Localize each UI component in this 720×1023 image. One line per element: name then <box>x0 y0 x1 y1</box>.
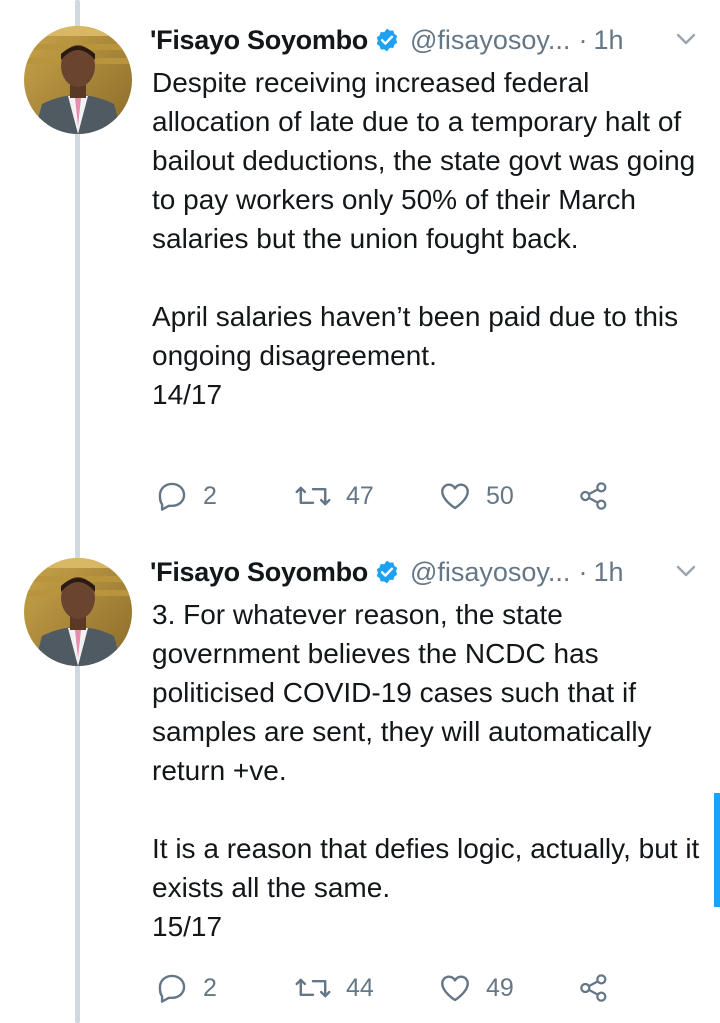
author-name[interactable]: 'Fisayo Soyombo <box>150 25 368 56</box>
like-count: 49 <box>486 973 514 1002</box>
retweet-icon <box>294 971 332 1005</box>
share-icon <box>578 480 610 512</box>
tweet-time[interactable]: 1h <box>593 557 623 588</box>
reply-count: 2 <box>203 973 217 1002</box>
thread-counter: 15/17 <box>152 911 223 942</box>
tweet-paragraph: April salaries haven’t been paid due to … <box>152 301 679 371</box>
reply-button[interactable]: 2 <box>155 968 217 1008</box>
share-button[interactable] <box>578 476 610 516</box>
author-handle[interactable]: @fisayosoy... <box>410 25 570 56</box>
retweet-button[interactable]: 44 <box>294 968 374 1008</box>
like-count: 50 <box>486 481 514 510</box>
separator-dot: · <box>578 556 588 587</box>
tweet-15[interactable]: 'Fisayo Soyombo @fisayosoy... · 1h 3. Fo… <box>0 545 720 1023</box>
tweet-text: 3. For whatever reason, the state govern… <box>152 595 712 946</box>
retweet-icon <box>294 479 332 513</box>
verified-badge-icon <box>374 559 400 585</box>
tweet-14[interactable]: 'Fisayo Soyombo @fisayosoy... · 1h Despi… <box>0 0 720 545</box>
share-icon <box>578 972 610 1004</box>
avatar[interactable] <box>24 26 132 134</box>
tweet-header: 'Fisayo Soyombo @fisayosoy... · 1h <box>150 22 720 58</box>
retweet-count: 47 <box>346 481 374 510</box>
separator-dot: · <box>578 24 588 55</box>
tweet-actions: 2 44 49 <box>155 968 615 1008</box>
author-handle[interactable]: @fisayosoy... <box>410 557 570 588</box>
reply-icon <box>155 971 189 1005</box>
tweet-paragraph: 3. For whatever reason, the state govern… <box>152 599 652 786</box>
thread-counter: 14/17 <box>152 379 223 410</box>
reply-button[interactable]: 2 <box>155 476 217 516</box>
tweet-actions: 2 47 50 <box>155 476 615 516</box>
tweet-header: 'Fisayo Soyombo @fisayosoy... · 1h <box>150 554 720 590</box>
chevron-down-icon[interactable] <box>676 32 696 46</box>
tweet-text: Despite receiving increased federal allo… <box>152 63 712 414</box>
scrollbar[interactable] <box>714 793 720 907</box>
like-button[interactable]: 49 <box>438 968 514 1008</box>
heart-icon <box>438 479 472 513</box>
tweet-paragraph: Despite receiving increased federal allo… <box>152 67 696 254</box>
retweet-count: 44 <box>346 973 374 1002</box>
retweet-button[interactable]: 47 <box>294 476 374 516</box>
verified-badge-icon <box>374 27 400 53</box>
heart-icon <box>438 971 472 1005</box>
reply-icon <box>155 479 189 513</box>
tweet-paragraph: It is a reason that defies logic, actual… <box>152 833 700 903</box>
like-button[interactable]: 50 <box>438 476 514 516</box>
avatar[interactable] <box>24 558 132 666</box>
author-name[interactable]: 'Fisayo Soyombo <box>150 557 368 588</box>
tweet-time[interactable]: 1h <box>593 25 623 56</box>
share-button[interactable] <box>578 968 610 1008</box>
chevron-down-icon[interactable] <box>676 564 696 578</box>
reply-count: 2 <box>203 481 217 510</box>
